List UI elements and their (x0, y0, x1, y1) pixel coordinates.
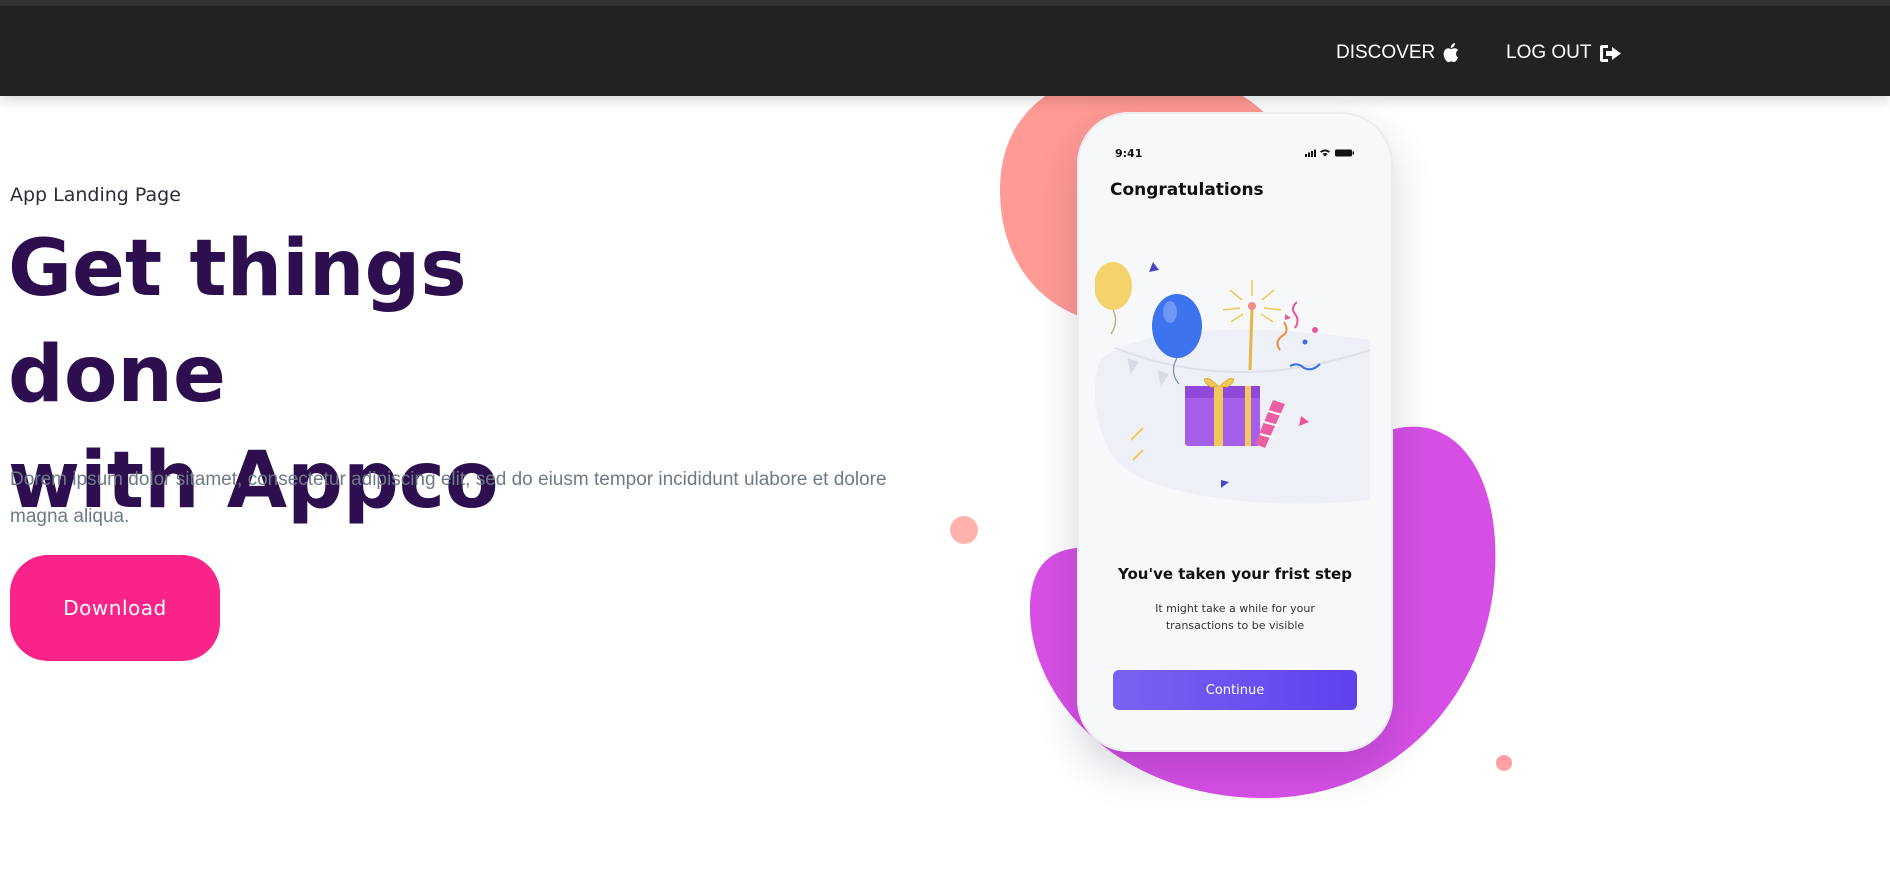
sparkler-ray-7 (1260, 313, 1274, 323)
streamer-pink (1291, 301, 1299, 329)
gift-ribbon-vertical (1214, 386, 1223, 446)
sparkler-ray-5 (1263, 307, 1282, 311)
battery-icon (1335, 149, 1352, 157)
sparkler-ray-2 (1229, 289, 1243, 301)
sparkler-ray-3 (1261, 289, 1275, 301)
headline-line-1: Get things done (8, 224, 467, 420)
sparkler-stick (1248, 307, 1254, 371)
phone-mockup: 9:41 Congratulations You've taken your f… (1077, 112, 1393, 752)
sign-out-icon (1599, 44, 1621, 62)
sparkler-core (1248, 302, 1256, 310)
confetti-4 (1285, 314, 1291, 320)
yellow-balloon (1095, 262, 1132, 310)
signal-bar-4 (1314, 149, 1316, 157)
nav-logout-link[interactable]: LOG OUT (1506, 42, 1622, 64)
nav-logout-label: LOG OUT (1506, 42, 1592, 63)
apple-icon (1443, 43, 1459, 63)
battery-cap (1352, 151, 1354, 155)
sparkler-ray-6 (1230, 313, 1244, 323)
wifi-icon (1320, 149, 1330, 157)
confetti-1 (1149, 262, 1159, 272)
blue-balloon-highlight (1163, 301, 1177, 323)
step-title: You've taken your frist step (1118, 565, 1352, 583)
download-button[interactable]: Download (10, 555, 220, 661)
hero-eyebrow: App Landing Page (10, 184, 181, 206)
confetti-dot-1 (1312, 327, 1318, 333)
signal-bar-2 (1308, 152, 1310, 157)
coral-dot (950, 516, 978, 544)
status-time: 9:41 (1115, 147, 1143, 160)
confetti-dot-2 (1302, 339, 1308, 345)
nav-discover-link[interactable]: DISCOVER (1336, 42, 1459, 64)
status-icons (1305, 149, 1354, 157)
nav-discover-label: DISCOVER (1336, 42, 1436, 63)
small-pink-dot (1496, 755, 1512, 771)
signal-bar-1 (1305, 154, 1307, 157)
celebration-illustration (1095, 262, 1371, 504)
hero-description: Dorem ipsum dolor sitamet, consectetur a… (10, 469, 887, 527)
phone-screen: 9:41 Congratulations You've taken your f… (1077, 112, 1393, 752)
yellow-balloon-string (1110, 309, 1117, 335)
gift-ribbon-horizontal (1245, 386, 1251, 446)
sparkler-ray-4 (1222, 307, 1241, 311)
signal-bar-3 (1311, 151, 1313, 157)
step-description: It might take a while for your transacti… (1155, 602, 1315, 632)
continue-button[interactable]: Continue (1113, 670, 1357, 710)
phone-screen-title: Congratulations (1110, 180, 1264, 200)
top-navbar: DISCOVER LOG OUT (0, 0, 1890, 96)
blue-balloon (1152, 294, 1202, 358)
